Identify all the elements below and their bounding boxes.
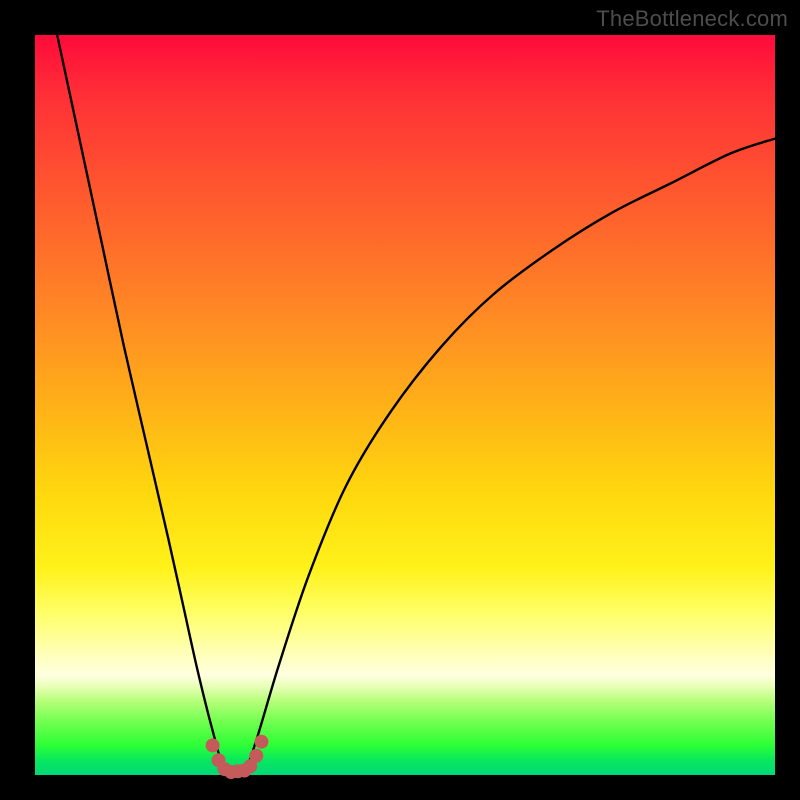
valley-dot bbox=[206, 738, 220, 752]
valley-dot bbox=[254, 735, 268, 749]
curve-layer bbox=[35, 35, 775, 775]
valley-dot bbox=[249, 749, 263, 763]
valley-dots bbox=[206, 735, 269, 779]
plot-area bbox=[35, 35, 775, 775]
chart-frame: TheBottleneck.com bbox=[0, 0, 800, 800]
watermark-text: TheBottleneck.com bbox=[596, 6, 788, 32]
bottleneck-curve bbox=[57, 35, 775, 772]
